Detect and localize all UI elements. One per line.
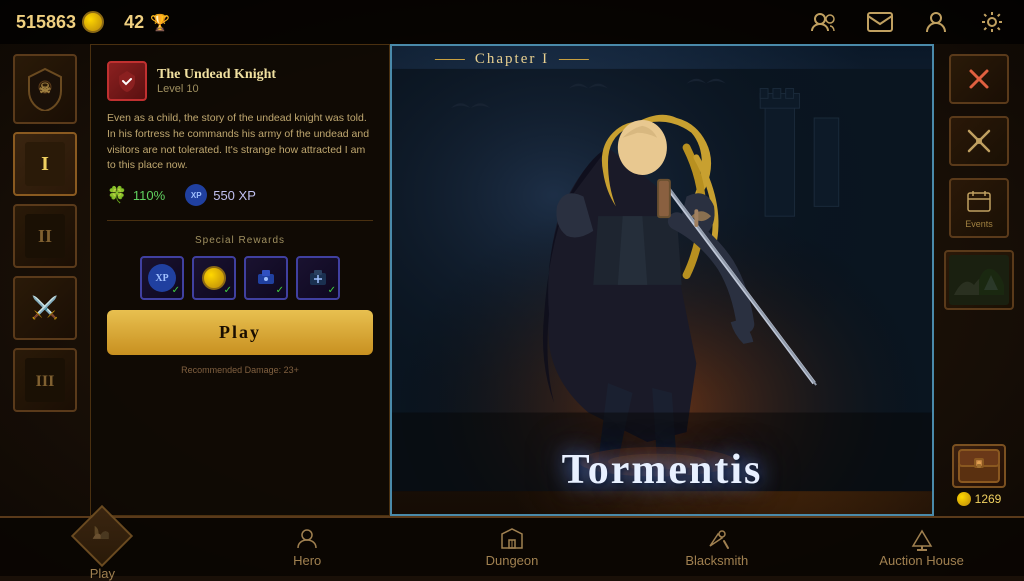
chest-button[interactable]	[952, 444, 1006, 488]
gold-amount: 515863	[16, 12, 76, 33]
recommended-text: Recommended Damage: 23+	[107, 365, 373, 375]
chapter-title-bar: Chapter I	[435, 44, 589, 74]
nav-item-blacksmith[interactable]: Blacksmith	[614, 518, 819, 576]
quest-stats: 🍀 110% XP 550 XP	[107, 184, 373, 206]
sidebar-level-3[interactable]: III	[13, 348, 77, 412]
main-content: The Undead Knight Level 10 Even as a chi…	[90, 44, 934, 516]
sidebar-sword[interactable]: ⚔️	[13, 276, 77, 340]
top-bar-left: 515863 42 🏆	[16, 11, 168, 33]
quest-level: Level 10	[157, 83, 276, 95]
bottom-nav: Play Hero Dungeon	[0, 516, 1024, 576]
events-button[interactable]: Events	[949, 178, 1009, 238]
quest-panel: The Undead Knight Level 10 Even as a chi…	[90, 44, 390, 516]
trophy-currency: 42 🏆	[124, 12, 168, 33]
top-bar: 515863 42 🏆	[0, 0, 1024, 44]
reward-check-1: ✓	[172, 285, 180, 296]
luck-value: 110%	[133, 188, 165, 203]
left-sidebar: ☠ I II ⚔️ III	[0, 44, 90, 516]
nav-play-diamond	[71, 504, 133, 566]
chest-coin-count: 1269	[975, 492, 1002, 506]
nav-blacksmith-label: Blacksmith	[685, 553, 748, 568]
quest-description: Even as a child, the story of the undead…	[107, 111, 373, 174]
sidebar-crossed-swords[interactable]	[949, 116, 1009, 166]
sidebar-level-1[interactable]: I	[13, 132, 77, 196]
chapter-image-area: Tormentis	[390, 44, 934, 516]
nav-auction-icon	[907, 527, 937, 551]
gold-currency: 515863	[16, 11, 104, 33]
quest-icon	[107, 61, 147, 101]
top-bar-right	[808, 6, 1008, 38]
nav-hero-icon	[292, 527, 322, 551]
sidebar-top-icon[interactable]: ☠	[13, 54, 77, 124]
trophy-icon: 🏆	[150, 13, 168, 31]
profile-icon[interactable]	[920, 6, 952, 38]
group-icon[interactable]	[808, 6, 840, 38]
svg-text:I: I	[41, 153, 49, 175]
svg-text:☠: ☠	[39, 82, 52, 97]
nav-item-dungeon[interactable]: Dungeon	[410, 518, 615, 576]
settings-icon[interactable]	[976, 6, 1008, 38]
chest-coins: 1269	[957, 492, 1002, 506]
play-button[interactable]: Play	[107, 310, 373, 355]
nav-item-play[interactable]: Play	[0, 518, 205, 576]
close-button[interactable]	[949, 54, 1009, 104]
reward-item-4: ✓	[296, 256, 340, 300]
events-label: Events	[965, 219, 993, 229]
svg-text:II: II	[38, 226, 52, 246]
special-rewards-label: Special Rewards	[107, 235, 373, 246]
svg-text:III: III	[36, 373, 55, 390]
small-coin-icon	[957, 492, 971, 506]
divider-1	[107, 220, 373, 221]
xp-badge: XP	[185, 184, 207, 206]
quest-name: The Undead Knight	[157, 67, 276, 83]
nav-play-label: Play	[90, 566, 115, 581]
sidebar-level-2[interactable]: II	[13, 204, 77, 268]
mail-icon[interactable]	[864, 6, 896, 38]
nav-dungeon-label: Dungeon	[486, 553, 539, 568]
nav-dungeon-icon	[497, 527, 527, 551]
reward-xp: XP ✓	[140, 256, 184, 300]
nav-blacksmith-icon	[702, 527, 732, 551]
reward-check-4: ✓	[328, 285, 336, 296]
nav-hero-label: Hero	[293, 553, 321, 568]
stat-xp: XP 550 XP	[185, 184, 256, 206]
quest-header: The Undead Knight Level 10	[107, 61, 373, 101]
nav-auction-label: Auction House	[879, 553, 964, 568]
nav-item-hero[interactable]: Hero	[205, 518, 410, 576]
reward-item-3: ✓	[244, 256, 288, 300]
right-sidebar: Events 1269	[934, 44, 1024, 516]
rewards-row: XP ✓ ✓ ✓	[107, 256, 373, 300]
chest-area: 1269	[952, 444, 1006, 506]
knight-illustration	[392, 46, 932, 514]
game-title: Tormentis	[562, 446, 763, 494]
stat-luck: 🍀 110%	[107, 185, 165, 205]
quest-title-block: The Undead Knight Level 10	[157, 67, 276, 95]
coin-icon	[82, 11, 104, 33]
map-button[interactable]	[944, 250, 1014, 310]
trophy-count: 42	[124, 12, 144, 33]
reward-check-3: ✓	[276, 285, 284, 296]
reward-coin-icon	[202, 266, 226, 290]
xp-value: 550 XP	[213, 188, 256, 203]
reward-coin: ✓	[192, 256, 236, 300]
reward-check-2: ✓	[224, 285, 232, 296]
chapter-label: Chapter I	[475, 51, 549, 67]
nav-item-auction-house[interactable]: Auction House	[819, 518, 1024, 576]
